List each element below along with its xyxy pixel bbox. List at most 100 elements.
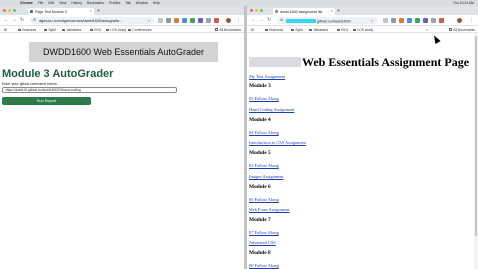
left-toolbar: ← → ↻ ⚙ dgmuvu.com/dgmcourses/dwdd1600/a…	[0, 15, 244, 26]
menubar-item-view[interactable]: View	[59, 1, 66, 5]
maximize-window-icon[interactable]	[260, 9, 263, 12]
right-active-tab[interactable]: dwdd 1600 assignment list ×	[273, 8, 335, 15]
menubar-item-profiles[interactable]: Profiles	[109, 1, 120, 5]
more-menu-icon[interactable]: ⋮	[236, 17, 241, 23]
page-scrollbar[interactable]	[474, 33, 478, 269]
link-07-follow-along[interactable]: 07 Follow Along	[249, 230, 279, 235]
menubar-item-edit[interactable]: Edit	[48, 1, 54, 5]
left-tab-strip: Page Test Module 3 × +	[0, 6, 244, 15]
link-test-assignment[interactable]: My Test Assignment	[249, 74, 285, 79]
maximize-window-icon[interactable]	[13, 9, 16, 12]
forward-arrow-icon[interactable]: →	[12, 17, 17, 23]
close-window-icon[interactable]	[250, 9, 253, 12]
left-bookmarks-bar: ⊞ Business Sybil Validators BYU LDS stud…	[0, 26, 244, 33]
reload-icon[interactable]: ↻	[20, 17, 24, 23]
heading-module-4: Module 4	[249, 117, 271, 123]
page-favicon-icon	[30, 10, 33, 13]
left-active-tab[interactable]: Page Test Module 3 ×	[28, 8, 94, 15]
apps-grid-icon[interactable]: ⊞	[251, 28, 254, 32]
new-tab-plus-icon[interactable]: +	[337, 8, 340, 14]
extension-icon[interactable]	[439, 18, 444, 23]
bookmark-folder[interactable]: BYU	[337, 28, 348, 32]
menubar-item-file[interactable]: File	[38, 1, 43, 5]
extension-icon[interactable]	[415, 18, 420, 23]
link-advanced-css[interactable]: Advanced CSS	[249, 240, 276, 245]
site-info-icon[interactable]: ⚙	[33, 18, 36, 22]
link-images-assignment[interactable]: Images Assignment	[249, 174, 284, 179]
profile-avatar-icon[interactable]	[457, 18, 462, 23]
close-window-icon[interactable]	[3, 9, 6, 12]
profile-avatar-icon[interactable]	[226, 18, 231, 23]
heading-module-5: Module 5	[249, 150, 271, 156]
link-05-follow-along[interactable]: 05 Follow Along	[249, 163, 279, 168]
folder-icon	[265, 28, 269, 32]
extension-icon[interactable]	[166, 18, 171, 23]
link-web-form-assignment[interactable]: Web Form Assignment	[249, 207, 289, 212]
extension-icon[interactable]	[423, 18, 428, 23]
menubar-item-bookmarks[interactable]: Bookmarks	[87, 1, 104, 5]
all-bookmarks-button[interactable]: All Bookmarks	[448, 28, 475, 32]
extension-icon[interactable]	[158, 18, 163, 23]
menubar-item-history[interactable]: History	[71, 1, 82, 5]
menubar-item-tab[interactable]: Tab	[125, 1, 130, 5]
bookmark-folder[interactable]: Sybil	[44, 28, 56, 32]
left-address-bar[interactable]: ⚙ dgmuvu.com/dgmcourses/dwdd1600/autogra…	[30, 17, 154, 24]
bookmark-folder[interactable]: Business	[265, 28, 283, 32]
bookmark-folder[interactable]: LDS study	[106, 28, 126, 32]
link-06-follow-along[interactable]: 06 Follow Along	[249, 197, 279, 202]
apps-grid-icon[interactable]: ⊞	[4, 28, 7, 32]
github-url-input[interactable]	[2, 87, 177, 93]
extension-icon[interactable]	[391, 18, 396, 23]
link-04-follow-along[interactable]: 04 Follow Along	[249, 130, 279, 135]
extension-icon[interactable]	[431, 18, 436, 23]
right-bookmarks-bar: ⊞ Business Sybil Validators BYU LDS stud…	[247, 26, 478, 33]
bookmark-label: LDS study	[357, 27, 374, 32]
assignment-page-title-text: Web Essentials Assignment Page	[302, 55, 470, 69]
bookmark-folder[interactable]: Validators	[309, 28, 328, 32]
site-info-icon[interactable]: ⚙	[280, 18, 283, 22]
run-report-button[interactable]: Run Report	[2, 97, 91, 105]
left-url-text: dgmuvu.com/dgmcourses/dwdd1600/autograde…	[39, 18, 123, 23]
extension-icon[interactable]	[190, 18, 195, 23]
close-tab-icon[interactable]: ×	[331, 9, 333, 13]
bookmark-star-icon[interactable]: ☆	[147, 18, 151, 23]
bookmark-folder[interactable]: Conferences	[128, 28, 152, 32]
back-arrow-icon[interactable]: ←	[4, 17, 9, 23]
all-bookmarks-button[interactable]: All Bookmarks	[214, 28, 241, 32]
extension-icon[interactable]	[399, 18, 404, 23]
minimize-window-icon[interactable]	[255, 9, 258, 12]
more-menu-icon[interactable]: ⋮	[469, 17, 474, 23]
extension-icon[interactable]	[206, 18, 211, 23]
autograder-header: DWDD1600 Web Essentials AutoGrader	[29, 42, 218, 62]
minimize-window-icon[interactable]	[8, 9, 11, 12]
left-page-content: DWDD1600 Web Essentials AutoGrader Modul…	[0, 33, 244, 269]
bookmarks-overflow-icon[interactable]: »	[426, 28, 428, 32]
scrollbar-thumb[interactable]	[475, 36, 477, 236]
folder-icon	[106, 28, 110, 32]
menubar-app-name[interactable]: Chrome	[20, 1, 33, 5]
extension-icon[interactable]	[383, 18, 388, 23]
extension-icon[interactable]	[174, 18, 179, 23]
link-hand-coding-assignment[interactable]: Hand Coding Assignment	[249, 107, 294, 112]
extension-icon[interactable]	[214, 18, 219, 23]
bookmark-star-icon[interactable]: ☆	[370, 18, 374, 23]
bookmark-folder[interactable]: Validators	[62, 28, 81, 32]
bookmark-folder[interactable]: Business	[18, 28, 36, 32]
bookmark-folder[interactable]: BYU	[90, 28, 101, 32]
menubar-item-window[interactable]: Window	[136, 1, 148, 5]
bookmark-folder[interactable]: LDS study	[353, 28, 373, 32]
extension-icon[interactable]	[407, 18, 412, 23]
menubar-item-help[interactable]: Help	[153, 1, 160, 5]
extension-icon[interactable]	[182, 18, 187, 23]
bookmark-folder[interactable]: Sybil	[291, 28, 303, 32]
link-03-follow-along[interactable]: 03 Follow Along	[249, 96, 279, 101]
link-intro-css-assignment[interactable]: Introduction to CSS Assignment	[249, 140, 306, 145]
forward-arrow-icon[interactable]: →	[259, 17, 264, 23]
link-08-follow-along[interactable]: 08 Follow Along	[249, 263, 279, 268]
back-arrow-icon[interactable]: ←	[251, 17, 256, 23]
new-tab-plus-icon[interactable]: +	[97, 8, 100, 14]
right-address-bar[interactable]: ⚙ github.io/dwdd1600/ ☆	[277, 17, 377, 24]
extension-icon[interactable]	[198, 18, 203, 23]
reload-icon[interactable]: ↻	[267, 17, 271, 23]
close-tab-icon[interactable]: ×	[90, 9, 92, 13]
